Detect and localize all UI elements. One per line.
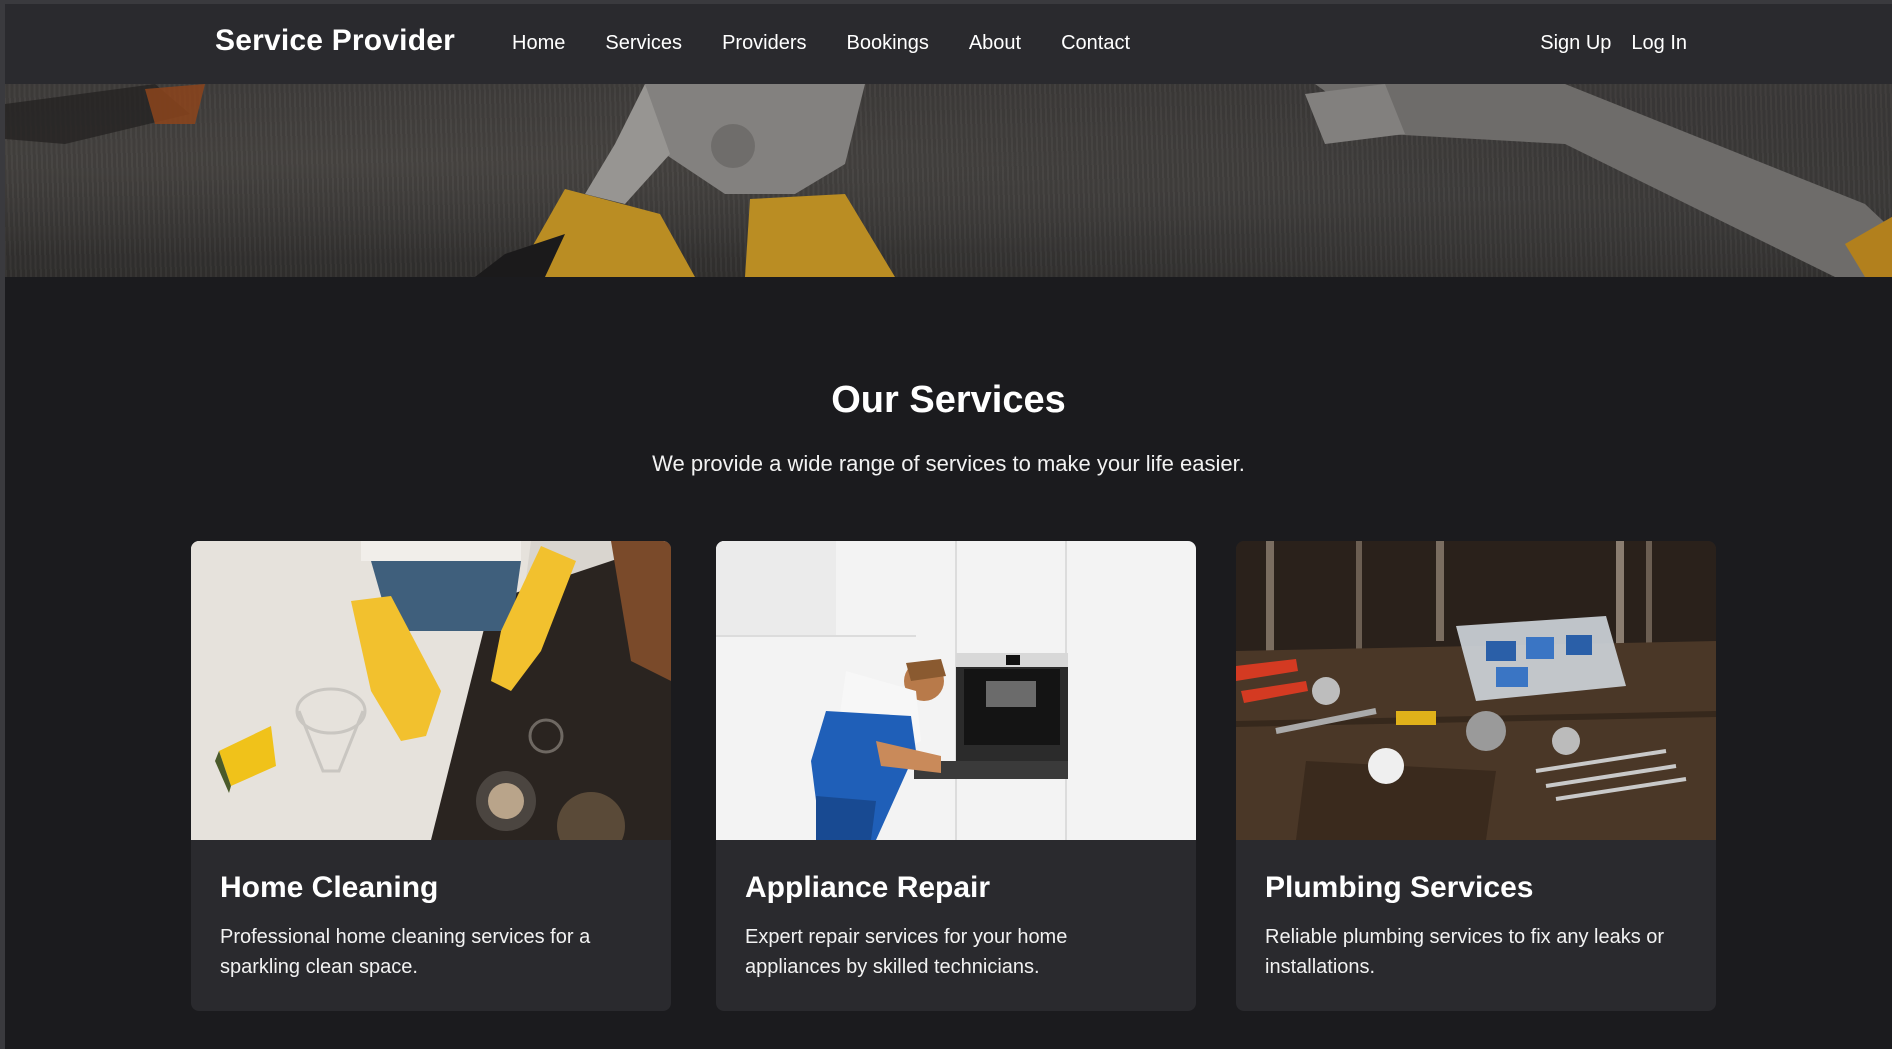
login-link[interactable]: Log In	[1631, 32, 1687, 55]
service-card-appliance-repair[interactable]: Appliance Repair Expert repair services …	[716, 541, 1196, 1011]
card-title: Home Cleaning	[220, 871, 439, 904]
card-title: Plumbing Services	[1265, 871, 1534, 904]
auth-links: Sign Up Log In	[1540, 32, 1687, 55]
signup-link[interactable]: Sign Up	[1540, 32, 1611, 55]
nav-link-about[interactable]: About	[969, 32, 1021, 55]
services-title: Our Services	[831, 379, 1066, 421]
nav-link-home[interactable]: Home	[512, 32, 565, 55]
top-navbar: Service Provider Home Services Providers…	[5, 4, 1892, 84]
brand-logo[interactable]: Service Provider	[215, 24, 455, 58]
nav-links: Home Services Providers Bookings About C…	[512, 32, 1170, 55]
browser-viewport: Service Provider Home Services Providers…	[0, 0, 1892, 1049]
nav-link-providers[interactable]: Providers	[722, 32, 806, 55]
nav-link-services[interactable]: Services	[605, 32, 682, 55]
home-cleaning-image	[191, 541, 671, 840]
nav-link-bookings[interactable]: Bookings	[847, 32, 929, 55]
service-card-plumbing-services[interactable]: Plumbing Services Reliable plumbing serv…	[1236, 541, 1716, 1011]
hero-banner-image	[5, 84, 1892, 277]
card-description: Expert repair services for your home app…	[745, 926, 1068, 978]
plumbing-services-image	[1236, 541, 1716, 840]
card-title: Appliance Repair	[745, 871, 991, 904]
service-card-home-cleaning[interactable]: Home Cleaning Professional home cleaning…	[191, 541, 671, 1011]
nav-link-contact[interactable]: Contact	[1061, 32, 1130, 55]
appliance-repair-image	[716, 541, 1196, 840]
services-subtitle: We provide a wide range of services to m…	[652, 451, 1245, 476]
card-description: Reliable plumbing services to fix any le…	[1265, 926, 1665, 978]
card-description: Professional home cleaning services for …	[220, 926, 591, 978]
